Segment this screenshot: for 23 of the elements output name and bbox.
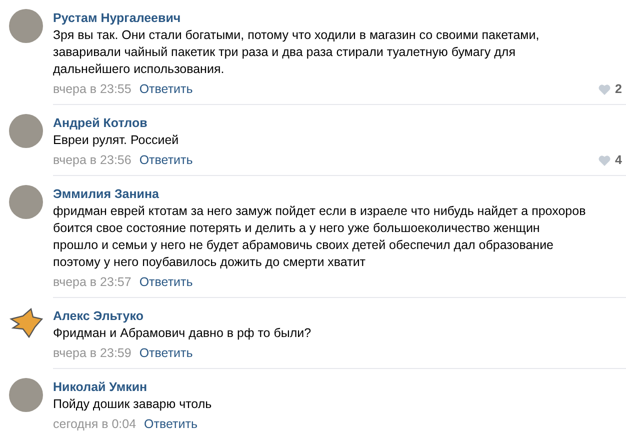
- avatar-photo-placeholder[interactable]: [9, 114, 43, 148]
- avatar-photo-placeholder[interactable]: [9, 9, 43, 43]
- author-name-link[interactable]: Алекс Эльтуко: [53, 307, 626, 325]
- comment-text: Фридман и Абрамович давно в рф то были?: [53, 325, 312, 342]
- avatar-photo-placeholder[interactable]: [9, 185, 43, 219]
- heart-icon[interactable]: [598, 84, 612, 95]
- author-name-link[interactable]: Эммилия Занина: [53, 185, 626, 203]
- author-name-link[interactable]: Рустам Нургалеевич: [53, 9, 626, 27]
- comment-text: Евреи рулят. Россией: [53, 132, 180, 149]
- avatar-photo-placeholder[interactable]: [9, 378, 43, 412]
- reply-link[interactable]: Ответить: [139, 151, 193, 170]
- reply-link[interactable]: Ответить: [139, 344, 193, 363]
- comment-text: Пойду дошик заварю чтоль: [53, 396, 213, 413]
- author-name-link[interactable]: Николай Умкин: [53, 378, 626, 396]
- reply-link[interactable]: Ответить: [139, 80, 193, 99]
- comment-text: фридман еврей ктотам за него замуж пойдет если в израеле что нибудь найдет а прохоров боится свое состояние потерять и делить а у него уже большоеколичество женщин прошло и семьи у него не будет абрамовичь своих детей обеспечил дал образование поэтому у него поубавилось дожить до смерти хватит: [53, 203, 587, 271]
- reply-link[interactable]: Ответить: [139, 273, 193, 292]
- heart-icon[interactable]: [598, 155, 612, 166]
- like-count: 4: [615, 152, 622, 169]
- like-count: 2: [615, 81, 622, 98]
- reply-link[interactable]: Ответить: [144, 415, 198, 434]
- author-name-link[interactable]: Андрей Котлов: [53, 114, 626, 132]
- comment-text: Зря вы так. Они стали богатыми, потому что ходили в магазин со своими пакетами, заваривали чайный пакетик три раза и два раза стирали туалетную бумагу для дальнейшего использования.: [53, 27, 540, 78]
